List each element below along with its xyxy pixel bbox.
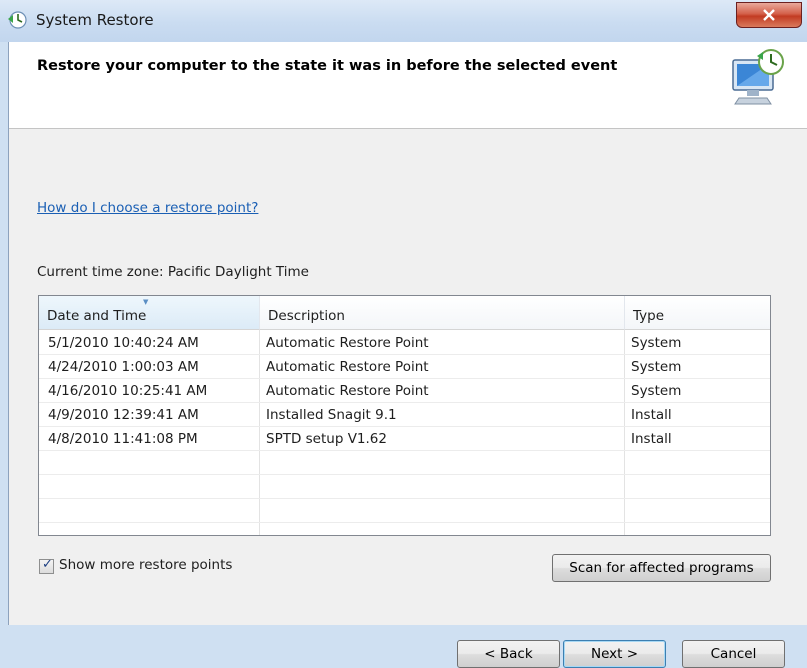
cell-description: Automatic Restore Point — [266, 335, 429, 351]
close-icon — [763, 9, 775, 21]
show-more-checkbox[interactable]: ✓ — [39, 557, 54, 574]
column-header-label: Type — [633, 308, 665, 324]
dialog-body: How do I choose a restore point? Current… — [9, 129, 807, 668]
cell-type: System — [631, 335, 682, 351]
show-more-label[interactable]: Show more restore points — [59, 557, 232, 573]
cell-description: SPTD setup V1.62 — [266, 431, 387, 447]
sort-arrow-icon: ▼ — [143, 298, 149, 306]
window-title: System Restore — [36, 11, 154, 29]
header-panel: Restore your computer to the state it wa… — [9, 42, 807, 129]
cell-type: Install — [631, 431, 672, 447]
cell-type: System — [631, 359, 682, 375]
table-row[interactable]: 4/16/2010 10:25:41 AM Automatic Restore … — [39, 379, 770, 403]
scan-affected-programs-button[interactable]: Scan for affected programs — [552, 554, 771, 582]
cell-description: Automatic Restore Point — [266, 359, 429, 375]
timezone-label: Current time zone: Pacific Daylight Time — [37, 264, 309, 280]
row-divider — [39, 522, 770, 523]
column-header-type[interactable]: Type — [625, 296, 770, 330]
back-button[interactable]: < Back — [457, 640, 560, 668]
close-button[interactable] — [736, 2, 802, 28]
cell-date: 4/16/2010 10:25:41 AM — [48, 383, 208, 399]
column-header-date[interactable]: ▼ Date and Time — [39, 296, 260, 330]
cell-date: 4/9/2010 12:39:41 AM — [48, 407, 199, 423]
next-button[interactable]: Next > — [563, 640, 666, 668]
title-bar: System Restore — [0, 0, 807, 42]
help-link[interactable]: How do I choose a restore point? — [37, 200, 258, 216]
row-divider — [39, 498, 770, 499]
restore-computer-clock-icon — [727, 46, 791, 114]
table-row[interactable]: 4/9/2010 12:39:41 AM Installed Snagit 9.… — [39, 403, 770, 427]
restore-point-list[interactable]: ▼ Date and Time Description Type 5/1/201… — [38, 295, 771, 536]
column-header-description[interactable]: Description — [260, 296, 625, 330]
column-header-label: Date and Time — [47, 308, 147, 324]
cell-description: Installed Snagit 9.1 — [266, 407, 397, 423]
cell-type: System — [631, 383, 682, 399]
cell-description: Automatic Restore Point — [266, 383, 429, 399]
table-row[interactable]: 4/24/2010 1:00:03 AM Automatic Restore P… — [39, 355, 770, 379]
cancel-button[interactable]: Cancel — [682, 640, 785, 668]
table-row[interactable]: 5/1/2010 10:40:24 AM Automatic Restore P… — [39, 331, 770, 355]
checkmark-icon: ✓ — [42, 557, 53, 572]
cell-date: 5/1/2010 10:40:24 AM — [48, 335, 199, 351]
cell-date: 4/24/2010 1:00:03 AM — [48, 359, 199, 375]
column-header-label: Description — [268, 308, 345, 324]
cell-type: Install — [631, 407, 672, 423]
row-divider — [39, 474, 770, 475]
dialog-content: Restore your computer to the state it wa… — [8, 42, 807, 668]
page-heading: Restore your computer to the state it wa… — [37, 58, 618, 74]
table-row[interactable]: 4/8/2010 11:41:08 PM SPTD setup V1.62 In… — [39, 427, 770, 451]
system-restore-icon — [6, 9, 28, 31]
cell-date: 4/8/2010 11:41:08 PM — [48, 431, 198, 447]
